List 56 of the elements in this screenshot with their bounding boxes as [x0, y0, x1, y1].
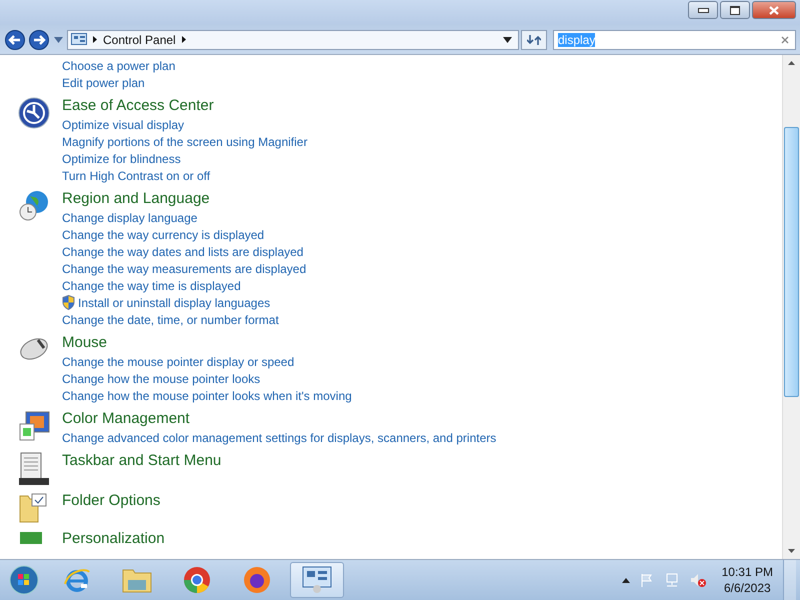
folder-icon	[122, 567, 152, 593]
close-button[interactable]	[752, 1, 796, 19]
category-heading-link[interactable]: Region and Language	[62, 188, 306, 209]
task-link[interactable]: Change the date, time, or number format	[62, 312, 279, 326]
task-link[interactable]: Edit power plan	[62, 76, 145, 90]
refresh-icon	[527, 32, 541, 46]
task-link[interactable]: Change the way dates and lists are displayed	[62, 244, 304, 258]
color-monitor-icon	[18, 410, 50, 442]
task-link[interactable]: Choose a power plan	[62, 58, 176, 72]
taskbar-icon	[18, 452, 50, 486]
accessibility-icon	[18, 97, 50, 129]
task-link[interactable]: Change display language	[62, 210, 198, 224]
category-heading-link[interactable]: Mouse	[62, 332, 352, 353]
category-heading-link[interactable]: Ease of Access Center	[62, 95, 308, 116]
breadcrumb-arrow-icon[interactable]	[182, 36, 186, 43]
restore-button[interactable]	[720, 1, 750, 19]
dropdown-icon[interactable]	[503, 36, 512, 42]
control-panel-icon	[302, 566, 332, 594]
scroll-down-icon[interactable]	[788, 549, 795, 553]
show-hidden-icons-button[interactable]	[622, 578, 630, 582]
task-link[interactable]: Change the mouse pointer display or speed	[62, 354, 294, 368]
globe-clock-icon	[18, 190, 50, 222]
task-link[interactable]: Change advanced color management settings for displays, scanners, and printers	[62, 430, 496, 444]
refresh-button[interactable]	[521, 30, 547, 50]
muted-speaker-icon[interactable]	[690, 572, 706, 588]
task-link[interactable]: Change the way time is displayed	[62, 278, 241, 292]
breadcrumb[interactable]: Control Panel	[103, 32, 176, 46]
category-heading-link[interactable]: Color Management	[62, 408, 496, 429]
breadcrumb-arrow-icon[interactable]	[93, 36, 97, 43]
address-bar[interactable]: Control Panel	[67, 30, 519, 50]
clock-time[interactable]: 10:31 PM	[722, 564, 773, 580]
task-link[interactable]: Change how the mouse pointer looks	[62, 372, 260, 386]
task-link[interactable]: Magnify portions of the screen using Magnifier	[62, 134, 308, 148]
vertical-scrollbar[interactable]	[782, 55, 800, 559]
task-link[interactable]: Change the way measurements are displayed	[62, 262, 306, 276]
control-panel-icon	[71, 32, 87, 46]
taskbar-app-button[interactable]	[290, 562, 344, 598]
history-dropdown-icon[interactable]	[54, 36, 63, 42]
task-link[interactable]: Install or uninstall display languages	[78, 296, 270, 310]
chrome-icon	[183, 566, 211, 594]
clear-icon[interactable]	[781, 36, 789, 44]
category-heading-link[interactable]: Folder Options	[62, 490, 160, 511]
task-link[interactable]: Change the way currency is displayed	[62, 228, 264, 242]
back-button[interactable]	[4, 28, 26, 50]
task-link[interactable]: Optimize visual display	[62, 118, 184, 132]
task-link[interactable]: Turn High Contrast on or off	[62, 168, 210, 182]
scroll-up-icon[interactable]	[788, 61, 795, 65]
category-heading-link[interactable]: Taskbar and Start Menu	[62, 450, 222, 471]
task-link[interactable]: Optimize for blindness	[62, 152, 181, 166]
browser-e-icon	[63, 566, 91, 594]
category-heading-link[interactable]: Personalization	[62, 528, 165, 549]
close-icon	[769, 6, 779, 14]
forward-button[interactable]	[28, 28, 50, 50]
clock-date[interactable]: 6/6/2023	[724, 580, 771, 596]
task-link[interactable]: Change how the mouse pointer looks when it's moving	[62, 388, 352, 402]
minimize-button[interactable]	[688, 1, 718, 19]
